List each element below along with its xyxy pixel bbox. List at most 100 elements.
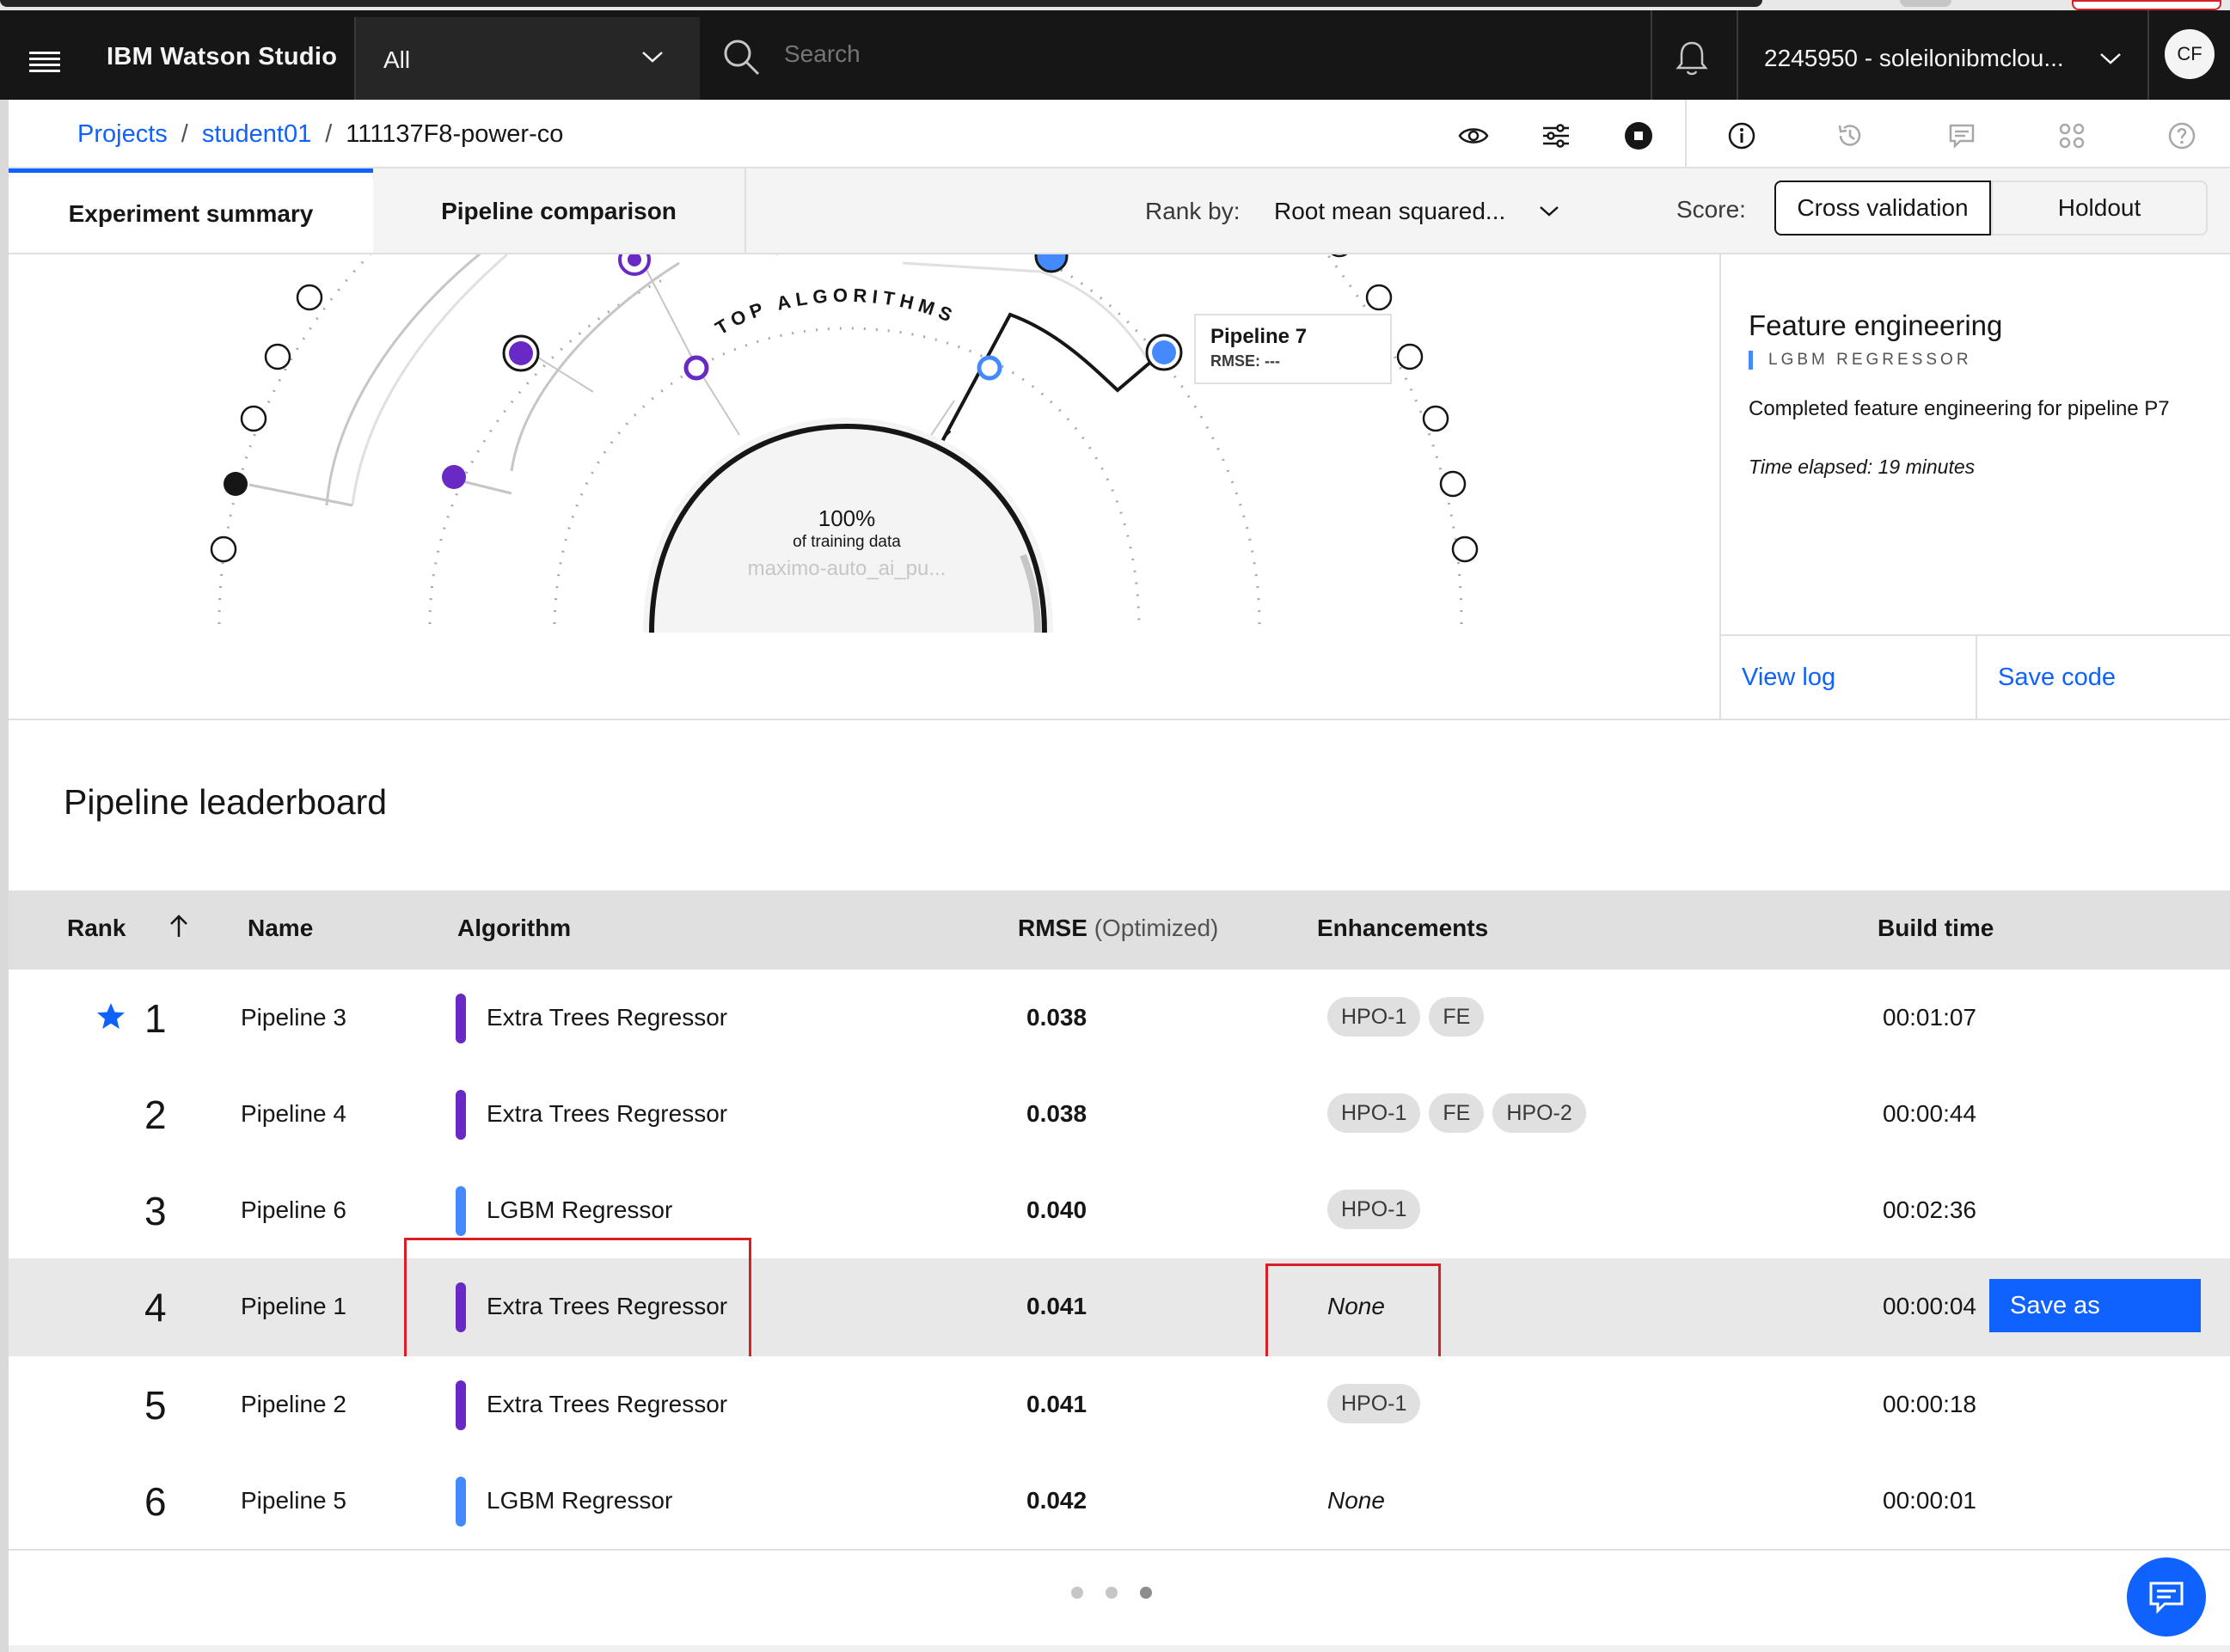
leaderboard-title: Pipeline leaderboard: [64, 782, 388, 822]
rmse-value: 0.042: [1026, 1487, 1087, 1514]
save-as-button[interactable]: Save as: [1989, 1279, 2201, 1332]
pipeline-name: Pipeline 2: [241, 1391, 346, 1417]
app-name[interactable]: IBM Watson Studio: [107, 43, 337, 71]
top-strip: [0, 0, 2230, 10]
breadcrumb-student01[interactable]: student01: [202, 120, 311, 148]
table-row[interactable]: 2 Pipeline 4 Extra Trees Regressor 0.038…: [9, 1066, 2230, 1164]
app-name-product: Watson Studio: [160, 43, 338, 70]
enhancements: HPO-1 FE HPO-2: [1327, 1093, 1595, 1133]
enhancement-tag: HPO-1: [1327, 1093, 1421, 1133]
chevron-down-icon: [641, 50, 664, 68]
settings-adjust-icon[interactable]: [1534, 113, 1578, 158]
algorithm-name: Extra Trees Regressor: [487, 1004, 728, 1031]
table-row[interactable]: 3 Pipeline 6 LGBM Regressor 0.040 HPO-1 …: [9, 1162, 2230, 1260]
rank-by-dropdown[interactable]: Root mean squared...: [1274, 198, 1505, 225]
history-icon[interactable]: [1828, 113, 1872, 158]
pipeline-visualization: TOP ALGORITHMS: [9, 230, 1719, 719]
comment-icon[interactable]: [1939, 113, 1984, 158]
column-header-name[interactable]: Name: [248, 915, 313, 942]
pipeline-name: Pipeline 6: [241, 1196, 346, 1223]
column-header-rmse[interactable]: RMSE (Optimized): [1018, 915, 1218, 942]
enhancement-tag: FE: [1429, 1093, 1485, 1133]
algorithm-name: LGBM Regressor: [487, 1487, 673, 1514]
header-divider: [1737, 10, 1738, 100]
column-header-enhancements[interactable]: Enhancements: [1317, 915, 1488, 942]
score-holdout-button[interactable]: Holdout: [1991, 180, 2208, 236]
loading-dot: [1071, 1587, 1083, 1599]
viz-bottom-border: [9, 719, 2230, 720]
help-icon[interactable]: [2160, 113, 2204, 158]
pipeline-name: Pipeline 4: [241, 1100, 346, 1127]
enhancements: HPO-1: [1327, 1190, 1429, 1229]
enhancement-tag: HPO-1: [1327, 1384, 1421, 1423]
tab-experiment-summary[interactable]: Experiment summary: [9, 168, 373, 254]
top-strip-tab: [1900, 0, 1951, 7]
top-algorithms-label: TOP ALGORITHMS: [712, 285, 955, 340]
breadcrumb-current: 111137F8-power-co: [346, 120, 564, 148]
tab-pipeline-comparison[interactable]: Pipeline comparison: [373, 168, 746, 254]
top-strip-tab: [2072, 0, 2221, 10]
view-log-link[interactable]: View log: [1742, 664, 1835, 692]
side-panel-time-elapsed: Time elapsed: 19 minutes: [1749, 456, 1976, 478]
table-row[interactable]: 1 Pipeline 3 Extra Trees Regressor 0.038…: [9, 970, 2230, 1068]
stop-icon[interactable]: [1616, 113, 1661, 158]
notification-icon[interactable]: [1675, 40, 1709, 82]
bottom-edge: [9, 1645, 2230, 1652]
algorithm-name: Extra Trees Regressor: [487, 1100, 728, 1127]
information-icon[interactable]: [1719, 113, 1764, 158]
score-cross-validation-button[interactable]: Cross validation: [1774, 180, 1991, 236]
rmse-value: 0.038: [1026, 1100, 1087, 1127]
breadcrumb-separator: /: [181, 120, 188, 148]
chat-button[interactable]: [2127, 1557, 2206, 1637]
table-row[interactable]: 5 Pipeline 2 Extra Trees Regressor 0.041…: [9, 1356, 2230, 1454]
rank-value: 6: [144, 1479, 167, 1524]
arrow-up-icon[interactable]: [168, 913, 189, 943]
table-row-hover[interactable]: 4 Pipeline 1 Extra Trees Regressor 0.041…: [9, 1258, 2230, 1358]
enhancement-tag: HPO-2: [1492, 1093, 1586, 1133]
apps-icon[interactable]: [2049, 113, 2094, 158]
eye-icon[interactable]: [1451, 113, 1496, 158]
algorithm-color-bar: [456, 1477, 466, 1527]
build-time: 00:00:04: [1883, 1293, 1976, 1319]
center-percent: 100%: [818, 505, 876, 531]
app-name-brand: IBM: [107, 43, 154, 70]
side-panel-title: Feature engineering: [1749, 309, 2003, 341]
enhancements: HPO-1 FE: [1327, 997, 1492, 1037]
breadcrumb-projects[interactable]: Projects: [77, 120, 168, 148]
menu-icon[interactable]: [9, 26, 81, 98]
breadcrumb-separator: /: [325, 120, 333, 148]
center-dataset: maximo-auto_ai_pu...: [747, 557, 947, 580]
build-time: 00:00:01: [1883, 1487, 1976, 1514]
column-header-rank[interactable]: Rank: [67, 915, 126, 942]
algorithm-name: Extra Trees Regressor: [487, 1391, 728, 1417]
pipeline-tooltip-metric: RMSE: ---: [1210, 352, 1280, 370]
enhancement-tag: FE: [1429, 997, 1485, 1037]
table-row[interactable]: 6 Pipeline 5 LGBM Regressor 0.042 None 0…: [9, 1453, 2230, 1551]
search-icon[interactable]: [722, 38, 760, 80]
scope-value: All: [383, 46, 411, 73]
header-divider: [2147, 10, 2149, 100]
chat-icon: [2149, 1582, 2184, 1614]
loading-dot: [1106, 1587, 1118, 1599]
account-switcher[interactable]: 2245950 - soleilonibmclou...: [1764, 45, 2064, 72]
save-code-link[interactable]: Save code: [1998, 664, 2116, 692]
enhancement-tag: HPO-1: [1327, 997, 1421, 1037]
highlight-box-enhancements: [1265, 1263, 1441, 1361]
chevron-down-icon[interactable]: [1539, 205, 1559, 223]
search-input[interactable]: [782, 40, 1559, 69]
rmse-value: 0.041: [1026, 1391, 1087, 1417]
avatar[interactable]: CF: [2165, 29, 2215, 79]
svg-text:TOP ALGORITHMS: TOP ALGORITHMS: [712, 285, 960, 340]
toolbar-divider: [1685, 100, 1687, 168]
column-header-build-time[interactable]: Build time: [1878, 915, 1994, 942]
algorithm-name: LGBM Regressor: [487, 1196, 673, 1223]
side-panel-subtitle: LGBM REGRESSOR: [1749, 351, 1972, 370]
rmse-value: 0.041: [1026, 1293, 1087, 1319]
highlight-box-algorithm: [404, 1238, 751, 1363]
rank-value: 1: [144, 996, 167, 1041]
algorithm-color-bar: [456, 1186, 466, 1236]
chevron-down-icon[interactable]: [2099, 52, 2122, 70]
enhancement-tag: HPO-1: [1327, 1190, 1421, 1229]
column-header-algorithm[interactable]: Algorithm: [457, 915, 571, 942]
center-caption: of training data: [793, 533, 901, 551]
